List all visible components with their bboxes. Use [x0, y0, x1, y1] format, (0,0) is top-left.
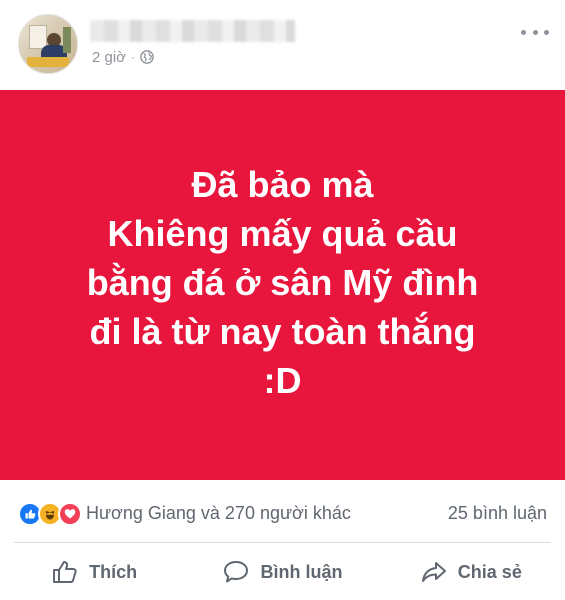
reaction-summary[interactable]: Hương Giang và 270 người khác: [86, 503, 351, 524]
post-content-background: Đã bảo mà Khiêng mấy quả cầu bằng đá ở s…: [0, 90, 565, 480]
reactions-bar: Hương Giang và 270 người khác 25 bình lu…: [0, 480, 565, 544]
divider: [14, 542, 551, 543]
like-button-label: Thích: [89, 561, 138, 582]
meta-separator: ·: [131, 50, 136, 64]
share-button[interactable]: Chia sẻ: [377, 544, 565, 600]
like-button[interactable]: Thích: [0, 544, 188, 600]
share-icon: [421, 562, 446, 582]
globe-icon: [140, 50, 154, 64]
post-text-line: bằng đá ở sân Mỹ đình: [86, 261, 479, 303]
comment-icon: [224, 561, 249, 583]
more-options-icon[interactable]: [521, 24, 549, 40]
love-icon: [58, 502, 82, 526]
post-meta: 2 giờ ·: [92, 48, 154, 66]
comment-button[interactable]: Bình luận: [188, 544, 376, 600]
reaction-icons[interactable]: [18, 502, 82, 526]
avatar[interactable]: [18, 14, 78, 74]
post-text-line: Đã bảo mà: [191, 163, 374, 205]
post-text-line: đi là từ nay toàn thắng: [89, 310, 476, 352]
post-timestamp[interactable]: 2 giờ: [92, 49, 126, 66]
author-name-redacted[interactable]: [90, 20, 295, 42]
facebook-post-card: 2 giờ · Đã bảo mà Khiêng mấy quả cầu bằn…: [0, 0, 565, 600]
post-text-line: Khiêng mấy quả cầu: [107, 212, 458, 254]
comment-count[interactable]: 25 bình luận: [448, 503, 547, 524]
comment-button-label: Bình luận: [260, 561, 343, 582]
share-button-label: Chia sẻ: [457, 561, 522, 582]
action-bar: Thích Bình luận Chia sẻ: [0, 544, 565, 600]
post-text: Đã bảo mà Khiêng mấy quả cầu bằng đá ở s…: [87, 160, 479, 405]
post-text-line: :D: [263, 359, 302, 401]
post-header: 2 giờ ·: [0, 0, 565, 90]
thumbs-up-icon: [53, 561, 77, 583]
